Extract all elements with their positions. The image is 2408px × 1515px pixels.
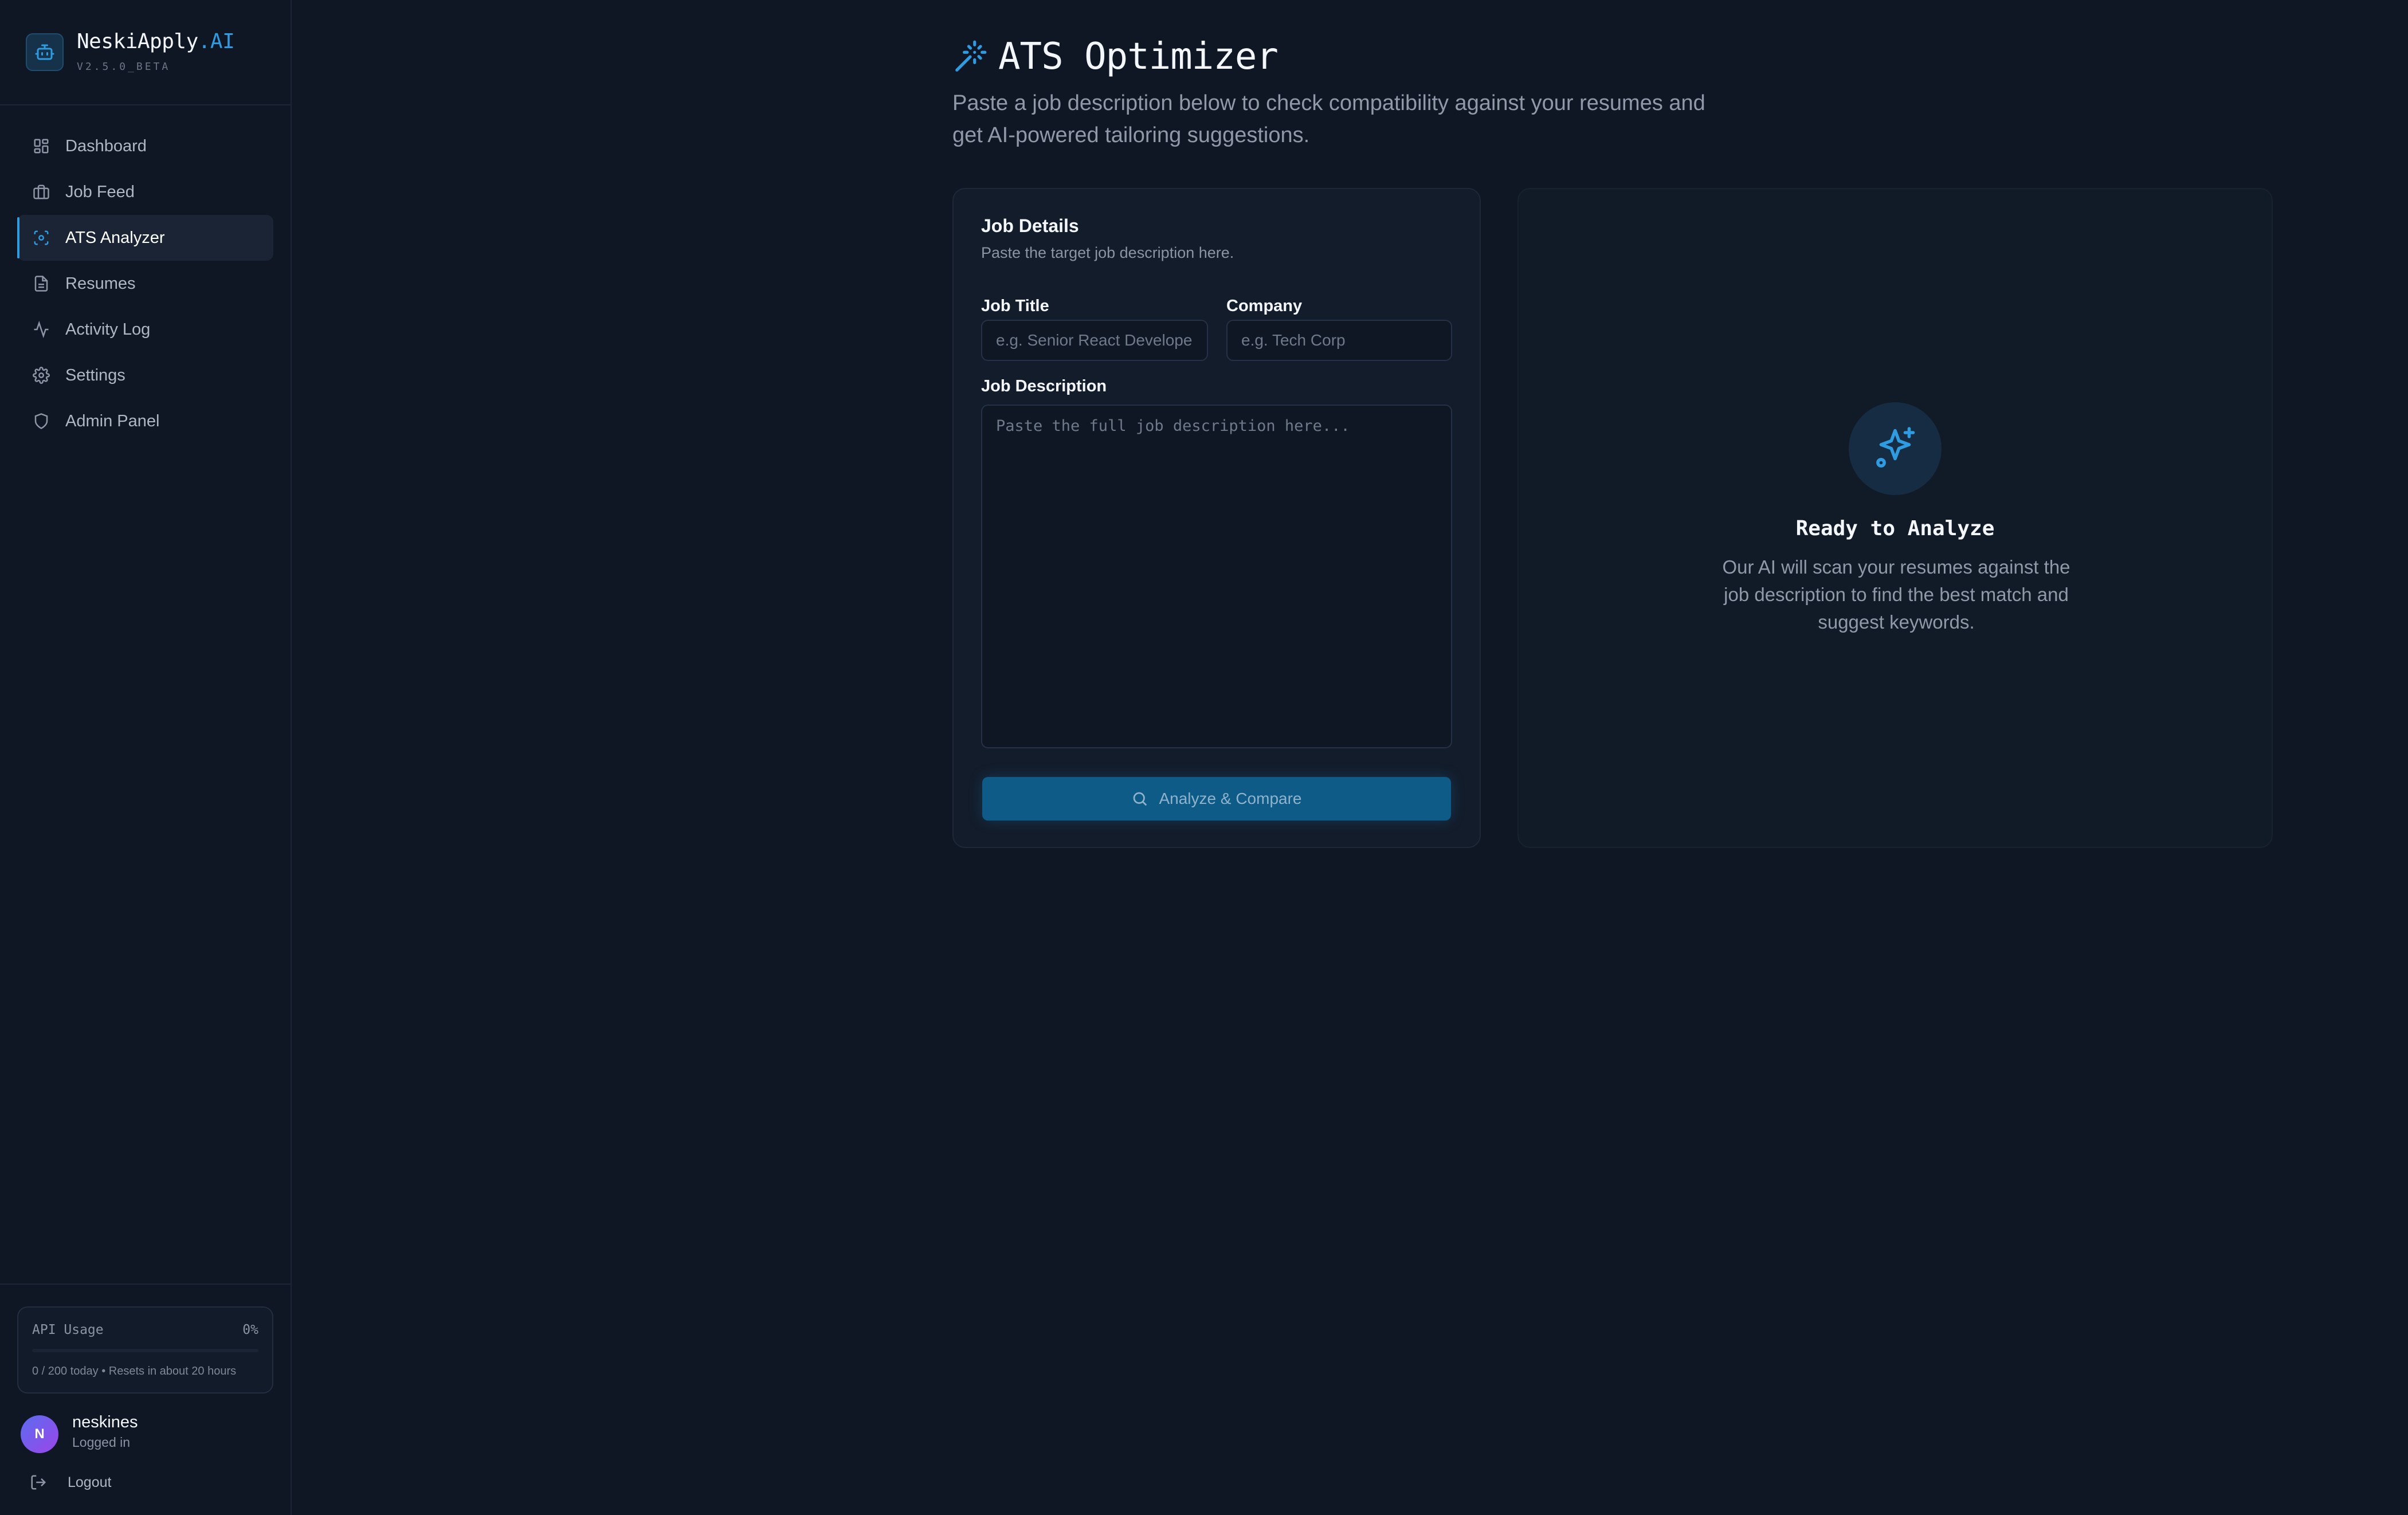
brand-version: V2.5.0_BETA — [77, 61, 171, 73]
sidebar-footer: API Usage 0% 0 / 200 today • Resets in a… — [0, 1284, 291, 1515]
analyze-compare-button[interactable]: Analyze & Compare — [982, 777, 1451, 821]
job-description-label: Job Description — [981, 377, 1107, 395]
user-status: Logged in — [72, 1435, 131, 1450]
company-input[interactable] — [1226, 320, 1452, 361]
sidebar-item-settings[interactable]: Settings — [17, 352, 273, 398]
api-usage-progress-bar — [32, 1349, 258, 1352]
logout-label: Logout — [68, 1474, 112, 1490]
sidebar: NeskiApply.AI V2.5.0_BETA Dashboard Job … — [0, 0, 292, 1515]
sparkles-icon — [1849, 402, 1942, 495]
sidebar-item-admin-panel[interactable]: Admin Panel — [17, 398, 273, 444]
job-title-label: Job Title — [981, 297, 1049, 315]
sidebar-item-label: Settings — [65, 366, 126, 384]
sidebar-nav: Dashboard Job Feed ATS Analyzer Resumes — [17, 123, 273, 444]
grid-icon — [31, 136, 52, 156]
search-icon — [1131, 790, 1150, 808]
sidebar-item-label: Job Feed — [65, 182, 135, 201]
brand-name: NeskiApply.AI — [77, 30, 235, 53]
magic-wand-icon — [952, 39, 988, 74]
analyze-compare-label: Analyze & Compare — [1159, 790, 1302, 807]
sidebar-item-activity-log[interactable]: Activity Log — [17, 307, 273, 352]
page-header: ATS Optimizer Paste a job description be… — [952, 36, 1755, 151]
company-label: Company — [1226, 297, 1303, 315]
briefcase-icon — [31, 182, 52, 202]
api-usage-note: 0 / 200 today • Resets in about 20 hours — [32, 1365, 237, 1377]
avatar: N — [21, 1415, 58, 1453]
job-details-description: Paste the target job description here. — [981, 244, 1234, 261]
sidebar-item-resumes[interactable]: Resumes — [17, 261, 273, 307]
sidebar-item-dashboard[interactable]: Dashboard — [17, 123, 273, 169]
scan-icon — [31, 227, 52, 248]
job-title-input[interactable] — [981, 320, 1208, 361]
page-title-text: ATS Optimizer — [998, 36, 1278, 78]
ready-title: Ready to Analyze — [1795, 517, 1995, 540]
brand-header: NeskiApply.AI V2.5.0_BETA — [0, 0, 291, 105]
sidebar-item-label: Resumes — [65, 274, 136, 293]
sidebar-item-label: ATS Analyzer — [65, 228, 165, 247]
api-usage-card: API Usage 0% 0 / 200 today • Resets in a… — [17, 1306, 273, 1394]
sidebar-item-label: Activity Log — [65, 320, 151, 339]
sidebar-item-label: Admin Panel — [65, 411, 160, 430]
ready-description: Our AI will scan your resumes against th… — [1722, 556, 2070, 633]
logout-icon — [30, 1472, 50, 1493]
document-icon — [31, 273, 52, 294]
job-description-textarea[interactable] — [981, 405, 1452, 748]
sidebar-item-label: Dashboard — [65, 136, 147, 155]
page-title: ATS Optimizer — [952, 36, 1755, 78]
brand-name-accent: .AI — [198, 30, 235, 53]
page-subtitle: Paste a job description below to check c… — [952, 91, 1705, 147]
sidebar-item-job-feed[interactable]: Job Feed — [17, 169, 273, 215]
gear-icon — [31, 365, 52, 386]
user-name: neskines — [72, 1413, 138, 1431]
app-root: NeskiApply.AI V2.5.0_BETA Dashboard Job … — [0, 0, 2408, 1515]
activity-icon — [31, 319, 52, 340]
sidebar-item-ats-analyzer[interactable]: ATS Analyzer — [17, 215, 273, 261]
job-details-card: Job Details Paste the target job descrip… — [952, 188, 1481, 848]
job-details-title: Job Details — [981, 215, 1079, 236]
analysis-result-card: Ready to Analyze Our AI will scan your r… — [1517, 188, 2273, 848]
brand-name-text: NeskiApply — [77, 30, 198, 53]
shield-icon — [31, 411, 52, 431]
api-usage-percent: 0% — [242, 1322, 258, 1337]
logout-button[interactable]: Logout — [30, 1468, 111, 1497]
robot-icon — [26, 33, 64, 71]
user-profile[interactable]: N neskines Logged in — [21, 1412, 273, 1453]
api-usage-label: API Usage — [32, 1322, 104, 1337]
